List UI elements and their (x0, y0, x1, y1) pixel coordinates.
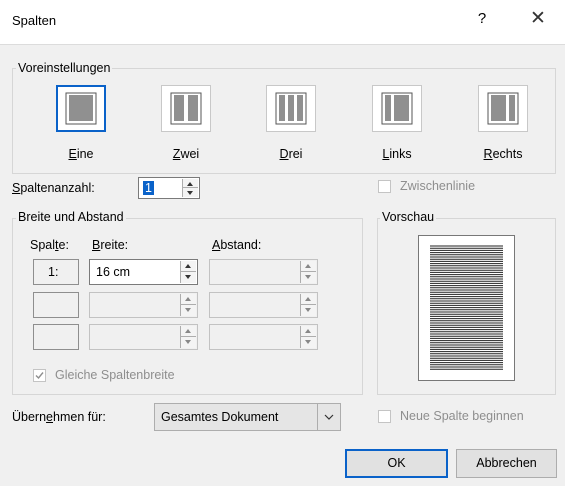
spin-up-icon (185, 297, 191, 301)
width-value: 16 cm (96, 265, 131, 279)
width-field[interactable]: 16 cm (89, 259, 198, 285)
apply-to-value: Gesamtes Dokument (161, 410, 279, 424)
spin-up-icon (185, 329, 191, 333)
column-count-value: 1 (143, 181, 154, 195)
spin-up-icon (305, 297, 311, 301)
left-column-icon (381, 92, 413, 125)
spacing-field (209, 292, 318, 318)
preset-right-button[interactable] (478, 85, 528, 132)
column-number-cell (33, 292, 79, 318)
column-count-field[interactable]: 1 (138, 177, 200, 199)
apply-to-select[interactable]: Gesamtes Dokument (154, 403, 341, 431)
width-header: Breite: (92, 238, 129, 252)
separator-line-checkbox[interactable] (378, 180, 391, 193)
spacing-field (209, 259, 318, 285)
spin-down-icon (305, 340, 311, 344)
two-columns-icon (170, 92, 202, 125)
apply-to-label: Übernehmen für: (12, 410, 106, 424)
column-header: Spalte: (30, 238, 69, 252)
dialog-title: Spalten (12, 13, 57, 28)
column-count-label: Spaltenanzahl: (12, 181, 95, 195)
preset-three-button[interactable] (266, 85, 316, 132)
preset-right-label: Rechts (483, 147, 523, 161)
spin-down-icon (185, 275, 191, 279)
new-column-checkbox[interactable] (378, 410, 391, 423)
presets-legend: Voreinstellungen (16, 61, 113, 75)
checkmark-icon (35, 372, 44, 380)
width-field (89, 324, 198, 350)
help-button[interactable]: ? (472, 10, 492, 27)
new-column-label: Neue Spalte beginnen (400, 409, 524, 423)
chevron-down-icon (324, 414, 334, 420)
preview-page (418, 235, 515, 381)
column-number-cell: 1: (33, 259, 79, 285)
one-column-icon (65, 92, 97, 125)
spin-up-icon (185, 264, 191, 268)
width-field (89, 292, 198, 318)
spin-down-icon (185, 340, 191, 344)
preview-legend: Vorschau (380, 210, 437, 224)
width-spinner[interactable] (180, 261, 196, 283)
preset-two-button[interactable] (161, 85, 211, 132)
column-count-spinner[interactable] (182, 179, 198, 197)
spin-up-icon (305, 329, 311, 333)
spacing-field (209, 324, 318, 350)
close-button[interactable]: ✕ (525, 7, 551, 30)
preset-left-button[interactable] (372, 85, 422, 132)
dropdown-button[interactable] (317, 404, 340, 430)
spin-down-icon (305, 308, 311, 312)
spacing-header: Abstand: (212, 238, 262, 252)
spin-up-icon (187, 182, 193, 186)
column-number-cell (33, 324, 79, 350)
spin-down-icon (305, 275, 311, 279)
equal-width-label: Gleiche Spaltenbreite (55, 368, 175, 382)
cancel-button[interactable]: Abbrechen (456, 449, 557, 478)
preset-one-button[interactable] (56, 85, 106, 132)
right-column-icon (487, 92, 519, 125)
width-spacing-legend: Breite und Abstand (16, 210, 126, 224)
equal-width-checkbox[interactable] (33, 369, 46, 382)
preset-one-label: Eine (68, 147, 94, 161)
preset-two-label: Zwei (172, 147, 200, 161)
three-columns-icon (275, 92, 307, 125)
preview-text-lines (430, 245, 503, 370)
preset-left-label: Links (382, 147, 412, 161)
ok-button[interactable]: OK (345, 449, 448, 478)
spin-down-icon (185, 308, 191, 312)
preset-three-label: Drei (279, 147, 303, 161)
spin-up-icon (305, 264, 311, 268)
separator-line-label: Zwischenlinie (400, 179, 476, 193)
spin-down-icon (187, 191, 193, 195)
